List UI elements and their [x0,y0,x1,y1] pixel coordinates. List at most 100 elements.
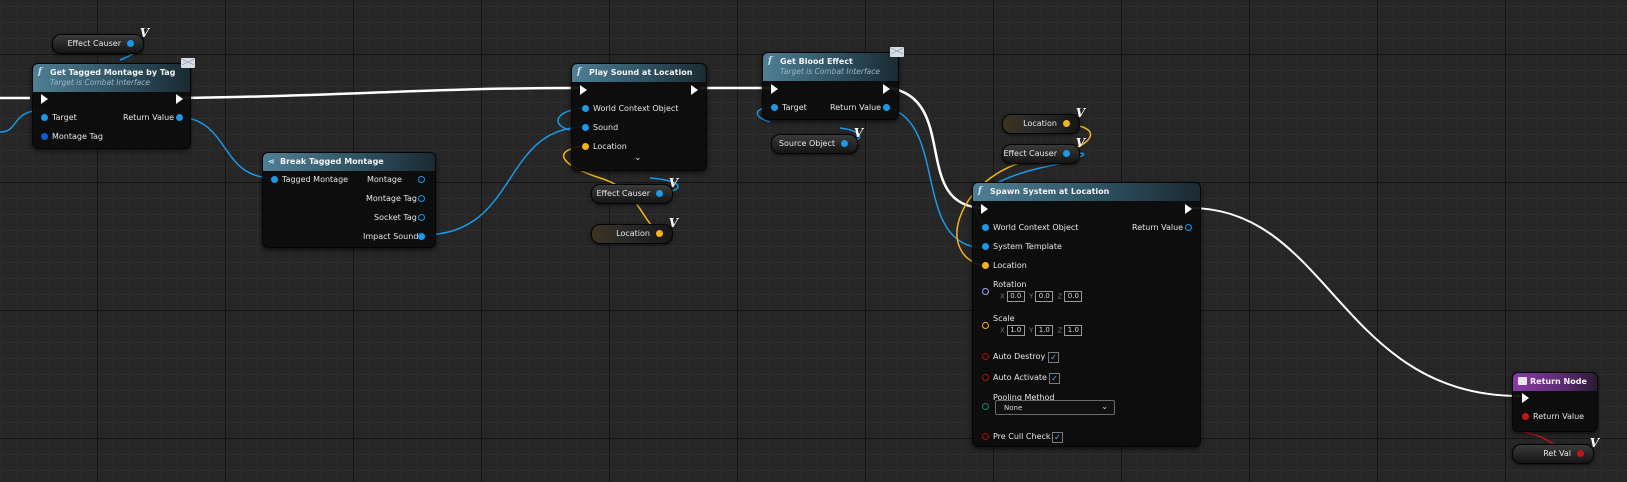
location-pin[interactable] [582,143,589,150]
return-value-label: Return Value [123,113,175,122]
variable-marker-icon: V [668,176,678,190]
effect-causer-variable[interactable]: Effect Causer V [1002,136,1085,164]
scale-y-label: Y [1029,326,1034,335]
location-pin[interactable] [982,262,989,269]
montage-tag-pin[interactable] [41,133,48,140]
get-tagged-montage-header[interactable]: f Get Tagged Montage by Tag Target is Co… [33,64,190,92]
location-variable[interactable]: Location V [591,216,678,244]
sound-pin[interactable] [582,124,589,131]
tagged-montage-pin[interactable] [271,176,278,183]
scale-z-input[interactable]: 1.0 [1064,325,1083,336]
effect-causer-label: Effect Causer [67,39,121,48]
location-variable[interactable]: Location V [1002,106,1085,134]
auto-activate-label: Auto Activate [993,373,1047,382]
source-object-variable[interactable]: Source Object V [771,126,863,154]
location-label: Location [993,261,1027,270]
rotation-z-label: Z [1057,292,1063,301]
effect-causer-output-pin[interactable] [127,40,134,47]
get-tagged-montage-title: Get Tagged Montage by Tag [50,68,176,77]
chevron-down-icon: ⌄ [1101,402,1108,411]
world-context-pin[interactable] [982,224,989,231]
location-label: Location [616,229,650,238]
exec-in-pin[interactable] [41,94,48,104]
return-value-label: Return Value [1533,412,1585,421]
montage-tag-label: Montage Tag [52,132,103,141]
scale-x-label: X [1000,326,1005,335]
exec-wire [179,86,579,100]
target-pin[interactable] [41,114,48,121]
impact-sound-pin[interactable] [418,233,425,240]
break-tagged-montage-node[interactable]: ⋖ Break Tagged Montage Tagged Montage Mo… [262,152,436,248]
get-blood-effect-node[interactable]: f Get Blood Effect Target is Combat Inte… [762,47,904,120]
spawn-system-node[interactable]: f Spawn System at Location World Context… [972,182,1201,447]
source-object-output-pin[interactable] [841,140,848,147]
effect-causer-variable[interactable]: Effect Causer V [52,26,149,54]
exec-in-pin[interactable] [771,84,778,94]
rotation-fields: X 0.0 Y 0.0 Z 0.0 [1000,291,1084,302]
exec-out-pin[interactable] [1185,204,1192,214]
effect-causer-output-pin[interactable] [1063,150,1070,157]
exec-out-pin[interactable] [691,85,698,95]
return-node-title: Return Node [1530,377,1587,386]
play-sound-header[interactable]: f Play Sound at Location [572,64,706,82]
scale-y-input[interactable]: 1.0 [1035,325,1054,336]
world-context-pin[interactable] [582,105,589,112]
location-output-pin[interactable] [1063,120,1070,127]
ret-val-variable[interactable]: Ret Val V [1512,436,1599,464]
return-value-pin[interactable] [883,104,890,111]
location-output-pin[interactable] [656,230,663,237]
return-node-header[interactable]: Return Node [1513,373,1597,391]
rotation-pin[interactable] [982,288,989,295]
pre-cull-check-pin[interactable] [982,433,989,440]
scale-x-input[interactable]: 1.0 [1006,325,1025,336]
exec-in-pin[interactable] [1522,393,1529,403]
socket-tag-pin[interactable] [418,214,425,221]
tagged-montage-label: Tagged Montage [282,175,349,184]
scale-label: Scale [993,314,1015,323]
exec-in-pin[interactable] [981,204,988,214]
source-object-label: Source Object [778,139,835,148]
return-value-pin[interactable] [176,114,183,121]
exec-wire [1189,207,1521,397]
exec-out-pin[interactable] [176,94,183,104]
pooling-method-dropdown[interactable]: None ⌄ [995,400,1115,415]
auto-activate-checkbox[interactable]: ✓ [1049,373,1060,384]
return-node[interactable]: Return Node Return Value [1512,372,1598,432]
effect-causer-output-pin[interactable] [656,190,663,197]
exec-in-pin[interactable] [580,85,587,95]
rotation-z-input[interactable]: 0.0 [1064,291,1083,302]
ret-val-output-pin[interactable] [1577,450,1584,457]
auto-activate-pin[interactable] [982,374,989,381]
get-tagged-montage-subtitle: Target is Combat Interface [50,78,150,87]
expand-advanced-icon[interactable]: ⌄ [634,153,642,163]
return-value-label: Return Value [1132,223,1184,232]
montage-tag-out-pin[interactable] [418,195,425,202]
pre-cull-check-checkbox[interactable]: ✓ [1052,432,1063,443]
spawn-system-header[interactable]: f Spawn System at Location [973,183,1200,201]
return-value-pin[interactable] [1185,224,1192,231]
system-template-pin[interactable] [982,243,989,250]
return-value-pin[interactable] [1522,413,1529,420]
object-wire [179,116,274,179]
get-blood-effect-header[interactable]: f Get Blood Effect Target is Combat Inte… [763,53,898,81]
effect-causer-variable[interactable]: Effect Causer V [591,176,678,204]
scale-pin[interactable] [982,322,989,329]
socket-tag-label: Socket Tag [374,213,417,222]
scale-z-label: Z [1057,326,1063,335]
auto-destroy-checkbox[interactable]: ✓ [1048,352,1059,363]
break-tagged-montage-header[interactable]: ⋖ Break Tagged Montage [263,153,435,171]
play-sound-node[interactable]: f Play Sound at Location World Context O… [571,63,707,171]
exec-out-pin[interactable] [883,84,890,94]
montage-pin[interactable] [418,176,425,183]
message-icon [181,58,195,68]
effect-causer-label: Effect Causer [596,189,650,198]
rotation-x-input[interactable]: 0.0 [1006,291,1025,302]
get-tagged-montage-node[interactable]: f Get Tagged Montage by Tag Target is Co… [32,58,195,149]
target-pin[interactable] [771,104,778,111]
pooling-method-pin[interactable] [982,403,989,410]
variable-marker-icon: V [853,126,863,140]
target-label: Target [52,113,77,122]
auto-destroy-pin[interactable] [982,353,989,360]
rotation-y-input[interactable]: 0.0 [1035,291,1054,302]
montage-tag-out-label: Montage Tag [366,194,417,203]
